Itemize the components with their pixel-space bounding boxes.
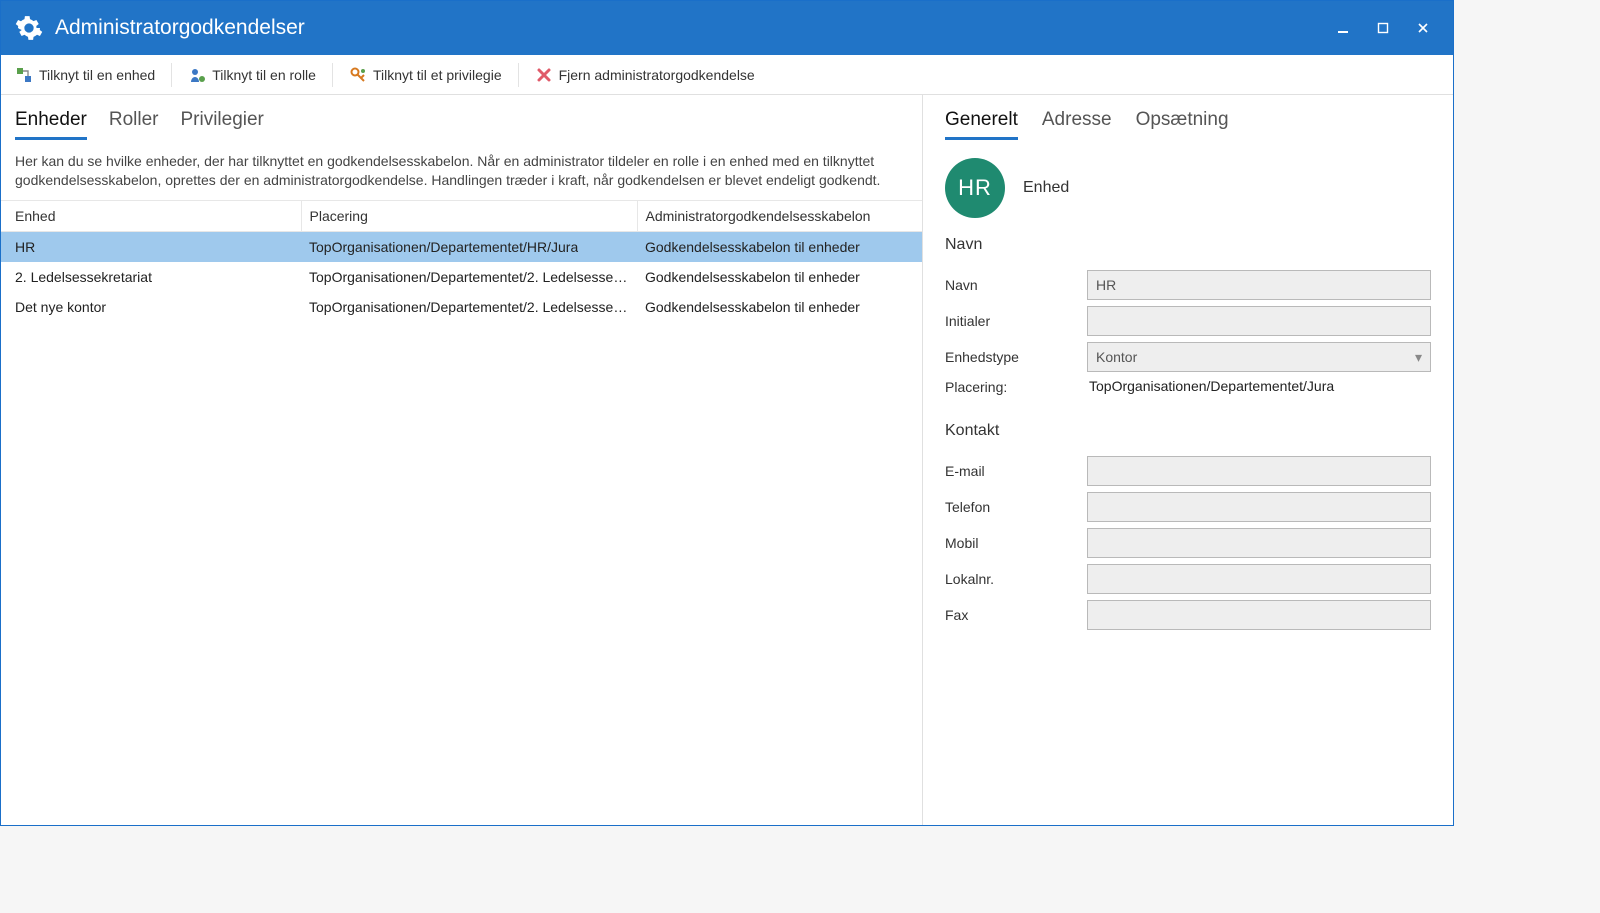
remove-icon [535, 66, 553, 84]
toolbar-remove[interactable]: Fjern administratorgodkendelse [525, 60, 765, 90]
chevron-down-icon: ▾ [1415, 349, 1422, 366]
cell-enhed: HR [1, 231, 301, 262]
form-navn: Navn Initialer Enhedstype Kontor ▾ [923, 260, 1453, 412]
units-table: Enhed Placering Administratorgodkendelse… [1, 200, 922, 322]
label-email: E-mail [937, 463, 1087, 479]
tab-roller[interactable]: Roller [109, 109, 159, 140]
toolbar-separator [518, 63, 519, 87]
left-pane: Enheder Roller Privilegier Her kan du se… [1, 95, 923, 825]
label-mobil: Mobil [937, 535, 1087, 551]
toolbar-separator [171, 63, 172, 87]
label-initialer: Initialer [937, 313, 1087, 329]
app-window: Administratorgodkendelser Tilknyt til en… [0, 0, 1454, 826]
tab-opsaetning[interactable]: Opsætning [1136, 109, 1229, 140]
label-navn: Navn [937, 277, 1087, 293]
right-tabs: Generelt Adresse Opsætning [923, 95, 1453, 140]
cell-skabelon: Godkendelsesskabelon til enheder [637, 292, 922, 322]
input-fax[interactable] [1087, 600, 1431, 630]
toolbar-attach-unit[interactable]: Tilknyt til en enhed [5, 60, 165, 90]
tab-adresse[interactable]: Adresse [1042, 109, 1112, 140]
link-unit-icon [15, 66, 33, 84]
input-email[interactable] [1087, 456, 1431, 486]
label-telefon: Telefon [937, 499, 1087, 515]
table-row[interactable]: Det nye kontorTopOrganisationen/Departem… [1, 292, 922, 322]
right-pane: Generelt Adresse Opsætning HR Enhed Navn… [923, 95, 1453, 825]
tab-privilegier[interactable]: Privilegier [180, 109, 263, 140]
detail-header-label: Enhed [1023, 179, 1069, 197]
tab-generelt[interactable]: Generelt [945, 109, 1018, 140]
cell-enhed: 2. Ledelsessekretariat [1, 262, 301, 292]
cell-skabelon: Godkendelsesskabelon til enheder [637, 262, 922, 292]
toolbar-separator [332, 63, 333, 87]
col-header-skabelon[interactable]: Administratorgodkendelsesskabelon [637, 200, 922, 231]
toolbar: Tilknyt til en enhed Tilknyt til en roll… [1, 55, 1453, 95]
link-role-icon [188, 66, 206, 84]
left-tabs: Enheder Roller Privilegier [1, 95, 922, 140]
select-enhedstype-value: Kontor [1096, 349, 1137, 365]
input-lokalnr[interactable] [1087, 564, 1431, 594]
toolbar-label: Tilknyt til en rolle [212, 67, 316, 83]
form-kontakt: E-mail Telefon Mobil Lokalnr. Fax [923, 446, 1453, 646]
app-gear-icon [15, 14, 43, 42]
label-fax: Fax [937, 607, 1087, 623]
toolbar-attach-role[interactable]: Tilknyt til en rolle [178, 60, 326, 90]
table-row[interactable]: HRTopOrganisationen/Departementet/HR/Jur… [1, 231, 922, 262]
minimize-button[interactable] [1323, 1, 1363, 55]
link-privilege-icon [349, 66, 367, 84]
section-navn: Navn [923, 226, 1453, 260]
cell-placering: TopOrganisationen/Departementet/2. Ledel… [301, 262, 637, 292]
cell-enhed: Det nye kontor [1, 292, 301, 322]
section-kontakt: Kontakt [923, 412, 1453, 446]
value-placering: TopOrganisationen/Departementet/Jura [1087, 378, 1334, 394]
title-bar: Administratorgodkendelser [1, 1, 1453, 55]
cell-placering: TopOrganisationen/Departementet/2. Ledel… [301, 292, 637, 322]
label-placering: Placering: [937, 379, 1087, 395]
label-enhedstype: Enhedstype [937, 349, 1087, 365]
avatar: HR [945, 158, 1005, 218]
cell-placering: TopOrganisationen/Departementet/HR/Jura [301, 231, 637, 262]
label-lokalnr: Lokalnr. [937, 571, 1087, 587]
input-initialer[interactable] [1087, 306, 1431, 336]
toolbar-attach-privilege[interactable]: Tilknyt til et privilegie [339, 60, 512, 90]
window-title: Administratorgodkendelser [55, 16, 305, 40]
col-header-enhed[interactable]: Enhed [1, 200, 301, 231]
tab-enheder[interactable]: Enheder [15, 109, 87, 140]
toolbar-label: Fjern administratorgodkendelse [559, 67, 755, 83]
maximize-button[interactable] [1363, 1, 1403, 55]
toolbar-label: Tilknyt til en enhed [39, 67, 155, 83]
body: Enheder Roller Privilegier Her kan du se… [1, 95, 1453, 825]
input-telefon[interactable] [1087, 492, 1431, 522]
detail-header: HR Enhed [923, 140, 1453, 226]
table-header-row: Enhed Placering Administratorgodkendelse… [1, 200, 922, 231]
input-mobil[interactable] [1087, 528, 1431, 558]
cell-skabelon: Godkendelsesskabelon til enheder [637, 231, 922, 262]
toolbar-label: Tilknyt til et privilegie [373, 67, 502, 83]
select-enhedstype[interactable]: Kontor ▾ [1087, 342, 1431, 372]
input-navn[interactable] [1087, 270, 1431, 300]
left-description: Her kan du se hvilke enheder, der har ti… [1, 140, 922, 200]
close-button[interactable] [1403, 1, 1443, 55]
table-row[interactable]: 2. LedelsessekretariatTopOrganisationen/… [1, 262, 922, 292]
col-header-placering[interactable]: Placering [301, 200, 637, 231]
